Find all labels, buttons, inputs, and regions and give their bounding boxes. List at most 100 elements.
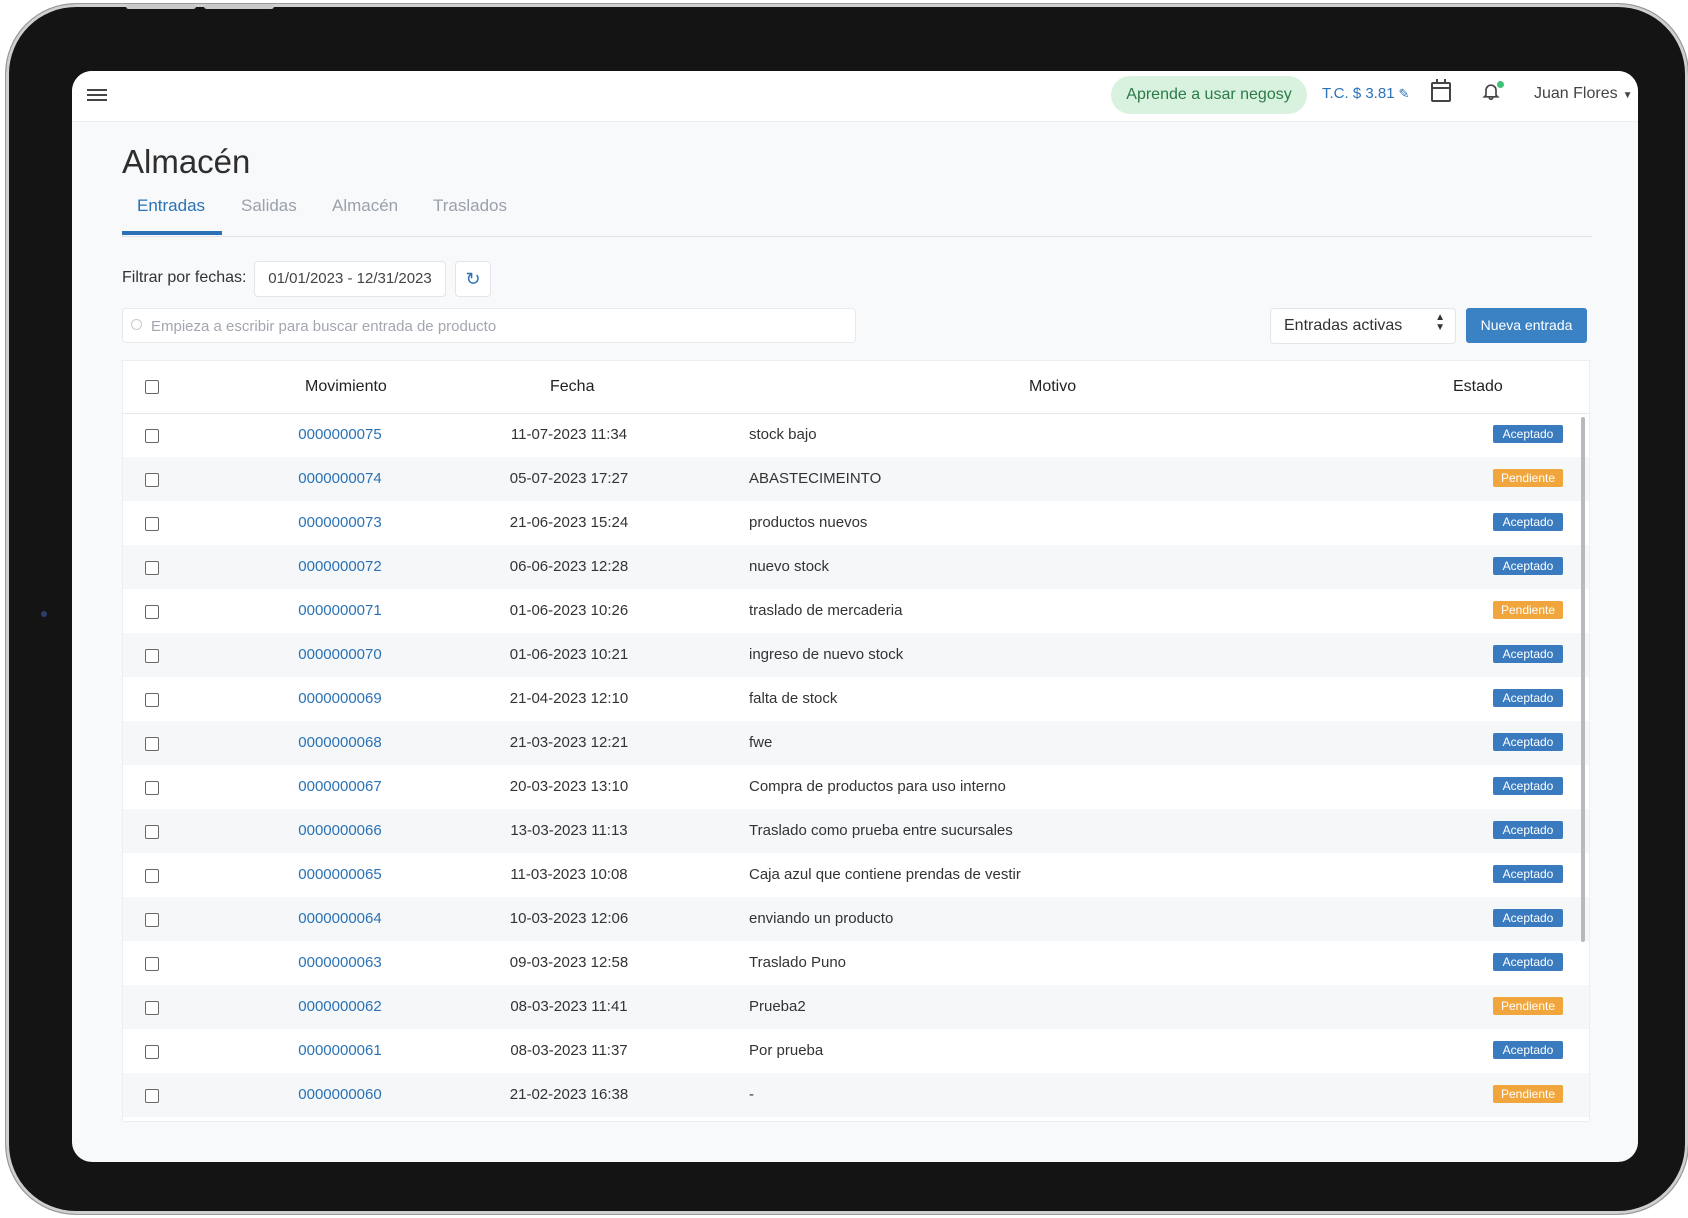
movement-link[interactable]: 0000000063 [265,954,415,971]
table-row: 0000000069 21-04-2023 12:10 falta de stock… [123,677,1589,721]
table-row: 0000000065 11-03-2023 10:08 Caja azul que … [123,853,1589,897]
device-button [126,4,196,9]
date-cell: 13-03-2023 11:13 [510,822,628,839]
user-name: Juan Flores [1534,85,1618,102]
search-input[interactable] [149,309,843,344]
status-badge: Aceptado [1493,953,1563,971]
row-checkbox[interactable] [145,737,159,751]
row-checkbox[interactable] [145,605,159,619]
row-checkbox[interactable] [145,869,159,883]
movement-link[interactable]: 0000000067 [265,778,415,795]
table-row: 0000000060 21-02-2023 16:38 - Pendiente [123,1073,1589,1117]
entries-table: Movimiento Fecha Motivo Estado 000000007… [122,360,1590,1122]
row-checkbox[interactable] [145,1089,159,1103]
status-badge: Pendiente [1493,469,1563,487]
date-cell: 11-03-2023 10:08 [510,866,628,883]
caret-down-icon: ▼ [1622,90,1633,101]
page-title: Almacén [122,143,251,180]
movement-link[interactable]: 0000000062 [265,998,415,1015]
reason-cell: nuevo stock [749,558,830,575]
movement-link[interactable]: 0000000064 [265,910,415,927]
tablet-frame: Aprende a usar negosy T.C. $ 3.81 ✎ Juan … [6,4,1688,1214]
user-menu[interactable]: Juan Flores ▼ [1534,85,1633,103]
status-badge: Pendiente [1493,1085,1563,1103]
top-bar: Aprende a usar negosy T.C. $ 3.81 ✎ Juan … [72,71,1638,122]
reason-cell: traslado de mercaderia [749,602,903,619]
reason-cell: - [749,1086,754,1103]
row-checkbox[interactable] [145,473,159,487]
date-cell: 21-04-2023 12:10 [509,690,629,707]
tab-traslados[interactable]: Traslados [433,196,507,216]
row-checkbox[interactable] [145,957,159,971]
date-cell: 05-07-2023 17:27 [509,470,629,487]
row-checkbox[interactable] [145,693,159,707]
table-row: 0000000064 10-03-2023 12:06 enviando un pr… [123,897,1589,941]
select-all-checkbox[interactable] [145,380,159,394]
learn-negosy-button[interactable]: Aprende a usar negosy [1111,76,1307,114]
calendar-icon[interactable] [1431,79,1451,102]
table-row: 0000000072 06-06-2023 12:28 nuevo stock Ace… [123,545,1589,589]
movement-link[interactable]: 0000000075 [265,426,415,443]
header-estado: Estado [1453,378,1503,395]
reason-cell: enviando un producto [749,910,894,927]
date-cell: 01-06-2023 10:26 [509,602,629,619]
refresh-icon[interactable]: ↻ [455,261,491,297]
reason-cell: Por prueba [749,1042,824,1059]
hamburger-icon[interactable] [87,86,107,104]
movement-link[interactable]: 0000000066 [265,822,415,839]
movement-link[interactable]: 0000000071 [265,602,415,619]
row-checkbox[interactable] [145,1045,159,1059]
movement-link[interactable]: 0000000065 [265,866,415,883]
scrollbar[interactable] [1581,417,1585,942]
table-header: Movimiento Fecha Motivo Estado [123,361,1589,414]
movement-link[interactable]: 0000000061 [265,1042,415,1059]
movement-link[interactable]: 0000000073 [265,514,415,531]
status-badge: Pendiente [1493,997,1563,1015]
row-checkbox[interactable] [145,517,159,531]
table-row: 0000000074 05-07-2023 17:27 ABASTECIMEINTO… [123,457,1589,501]
reason-cell: Traslado como prueba entre sucursales [749,822,1013,839]
movement-link[interactable]: 0000000072 [265,558,415,575]
date-cell: 10-03-2023 12:06 [509,910,629,927]
notification-dot [1497,81,1504,88]
row-checkbox[interactable] [145,649,159,663]
row-checkbox[interactable] [145,561,159,575]
movement-link[interactable]: 0000000068 [265,734,415,751]
header-movimiento: Movimiento [305,378,387,395]
table-row: 0000000073 21-06-2023 15:24 productos nuev… [123,501,1589,545]
table-row: 0000000070 01-06-2023 10:21 ingreso de nue… [123,633,1589,677]
table-row: 0000000067 20-03-2023 13:10 Compra de prod… [123,765,1589,809]
tab-entradas[interactable]: Entradas [137,196,205,216]
reason-cell: stock bajo [749,426,817,443]
date-cell: 08-03-2023 11:37 [510,1042,628,1059]
table-row: 0000000068 21-03-2023 12:21 fwe Aceptado [123,721,1589,765]
reason-cell: fwe [749,734,773,751]
status-badge: Aceptado [1493,909,1563,927]
reason-cell: ABASTECIMEINTO [749,470,882,487]
row-checkbox[interactable] [145,781,159,795]
row-checkbox[interactable] [145,825,159,839]
movement-link[interactable]: 0000000070 [265,646,415,663]
tab-almacen[interactable]: Almacén [332,196,398,216]
tab-salidas[interactable]: Salidas [241,196,297,216]
movement-link[interactable]: 0000000074 [265,470,415,487]
reason-cell: ingreso de nuevo stock [749,646,904,663]
date-range-input[interactable]: 01/01/2023 - 12/31/2023 [254,261,446,297]
pencil-icon: ✎ [1398,86,1410,101]
status-select[interactable]: Entradas activas ▲ ▼ [1270,308,1456,344]
date-cell: 21-02-2023 16:38 [509,1086,629,1103]
row-checkbox[interactable] [145,913,159,927]
table-row: 0000000066 13-03-2023 11:13 Traslado como … [123,809,1589,853]
row-checkbox[interactable] [145,1001,159,1015]
table-row: 0000000075 11-07-2023 11:34 stock bajo Acep… [123,413,1589,457]
new-entry-button[interactable]: Nueva entrada [1466,308,1587,343]
movement-link[interactable]: 0000000069 [265,690,415,707]
active-tab-indicator [122,231,222,235]
movement-link[interactable]: 0000000060 [265,1086,415,1103]
exchange-rate-link[interactable]: T.C. $ 3.81 ✎ [1322,85,1409,102]
row-checkbox[interactable] [145,429,159,443]
status-badge: Aceptado [1493,865,1563,883]
status-badge: Aceptado [1493,557,1563,575]
tab-bar: Entradas Salidas Almacén Traslados [122,194,1592,237]
device-button [204,4,274,9]
